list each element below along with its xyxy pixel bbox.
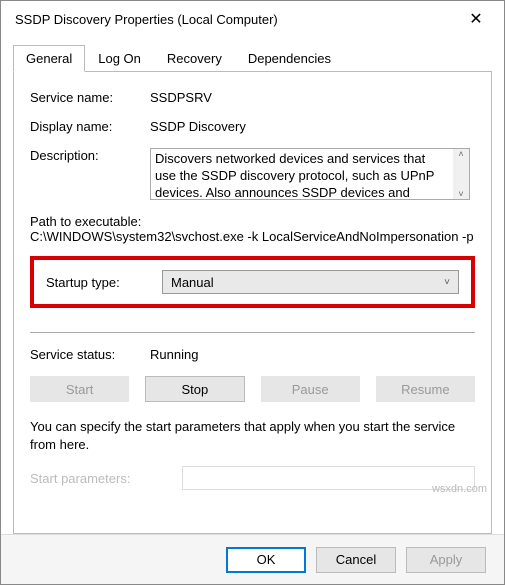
- tab-body: Service name: SSDPSRV Display name: SSDP…: [13, 71, 492, 534]
- path-value: C:\WINDOWS\system32\svchost.exe -k Local…: [30, 229, 475, 244]
- dialog-footer: OK Cancel Apply: [1, 534, 504, 584]
- service-status-value: Running: [150, 347, 475, 362]
- resume-button[interactable]: Resume: [376, 376, 475, 402]
- separator: [30, 332, 475, 333]
- path-label: Path to executable:: [30, 214, 475, 229]
- service-control-buttons: Start Stop Pause Resume: [30, 376, 475, 402]
- apply-button[interactable]: Apply: [406, 547, 486, 573]
- start-params-label: Start parameters:: [30, 471, 170, 486]
- service-name-label: Service name:: [30, 90, 150, 105]
- description-scrollbar[interactable]: ˄ ˅: [453, 149, 469, 199]
- close-icon: ✕: [469, 9, 482, 29]
- service-status-row: Service status: Running: [30, 347, 475, 362]
- service-name-value: SSDPSRV: [150, 90, 475, 105]
- description-box: Discovers networked devices and services…: [150, 148, 470, 200]
- tab-logon[interactable]: Log On: [85, 45, 154, 72]
- startup-type-highlight: Startup type: Manual ˅: [30, 256, 475, 308]
- startup-type-value: Manual: [171, 275, 214, 290]
- close-button[interactable]: ✕: [456, 4, 496, 34]
- window-title: SSDP Discovery Properties (Local Compute…: [15, 12, 278, 27]
- display-name-row: Display name: SSDP Discovery: [30, 119, 475, 134]
- description-text[interactable]: Discovers networked devices and services…: [151, 149, 453, 199]
- start-params-row: Start parameters:: [30, 466, 475, 490]
- stop-button[interactable]: Stop: [145, 376, 244, 402]
- service-status-label: Service status:: [30, 347, 150, 362]
- dialog-window: SSDP Discovery Properties (Local Compute…: [0, 0, 505, 585]
- cancel-button[interactable]: Cancel: [316, 547, 396, 573]
- watermark: wsxdn.com: [432, 483, 487, 495]
- path-section: Path to executable: C:\WINDOWS\system32\…: [30, 214, 475, 244]
- tab-general[interactable]: General: [13, 45, 85, 72]
- titlebar: SSDP Discovery Properties (Local Compute…: [1, 1, 504, 37]
- scroll-down-icon[interactable]: ˅: [458, 189, 463, 199]
- tab-dependencies[interactable]: Dependencies: [235, 45, 344, 72]
- start-params-hint: You can specify the start parameters tha…: [30, 418, 475, 454]
- chevron-down-icon: ˅: [444, 277, 450, 288]
- ok-button[interactable]: OK: [226, 547, 306, 573]
- service-name-row: Service name: SSDPSRV: [30, 90, 475, 105]
- tab-strip: General Log On Recovery Dependencies: [13, 45, 492, 72]
- startup-type-label: Startup type:: [46, 275, 162, 290]
- display-name-value: SSDP Discovery: [150, 119, 475, 134]
- startup-type-combo[interactable]: Manual ˅: [162, 270, 459, 294]
- pause-button[interactable]: Pause: [261, 376, 360, 402]
- display-name-label: Display name:: [30, 119, 150, 134]
- start-button[interactable]: Start: [30, 376, 129, 402]
- description-label: Description:: [30, 148, 150, 163]
- content-area: General Log On Recovery Dependencies Ser…: [1, 37, 504, 534]
- description-row: Description: Discovers networked devices…: [30, 148, 475, 200]
- tab-recovery[interactable]: Recovery: [154, 45, 235, 72]
- scroll-up-icon[interactable]: ˄: [458, 149, 463, 159]
